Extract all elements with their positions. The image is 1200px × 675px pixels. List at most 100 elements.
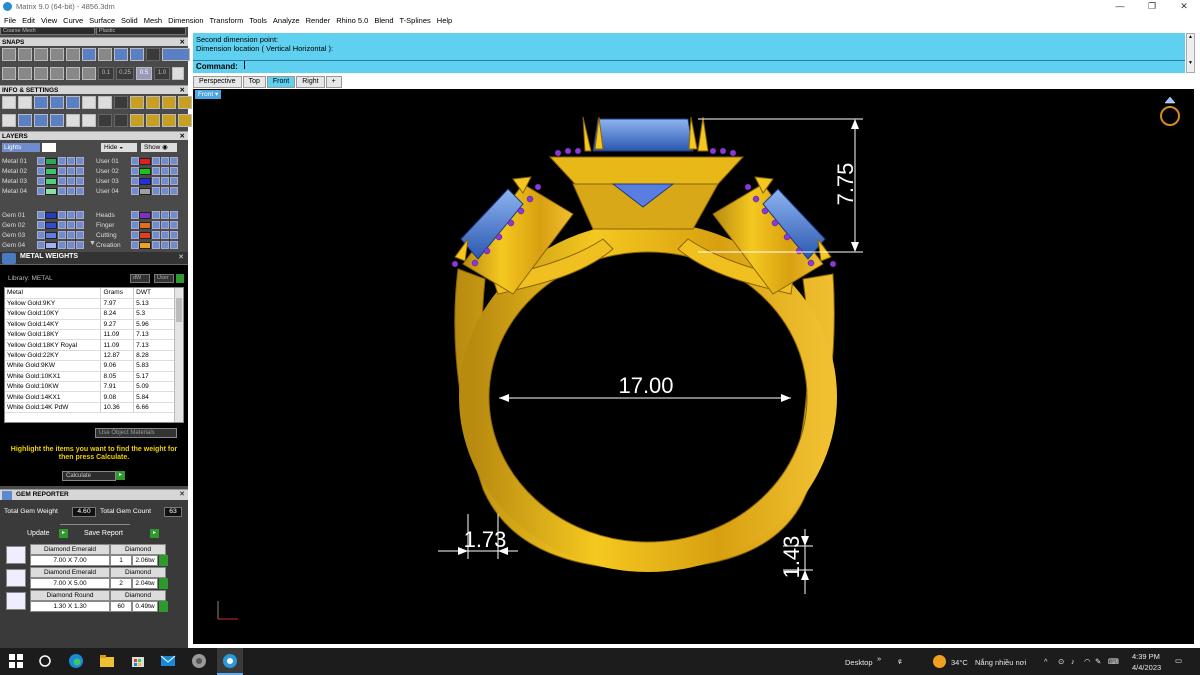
layer-lock-toggle[interactable] [58, 231, 66, 239]
head-tool-icon[interactable] [162, 114, 176, 127]
menu-mesh[interactable]: Mesh [144, 16, 162, 25]
table-row[interactable]: Yellow Gold:9KY 7.97 5.13 [5, 298, 175, 310]
layer-row[interactable]: Metal 01 [2, 156, 84, 166]
lights-swatch[interactable] [42, 143, 56, 152]
layer-row[interactable]: User 01 [96, 156, 178, 166]
viewport-name-label[interactable]: Front ▾ [195, 90, 222, 99]
show-all-button[interactable]: Show ◉ [141, 143, 177, 152]
table-row[interactable]: White Gold:10KX1 8.05 5.17 [5, 371, 175, 383]
gem-row[interactable]: Diamond Emerald 7.00 X 5.00 Diamond 2 2.04tw [4, 567, 186, 589]
table-row[interactable]: Yellow Gold:14KY 9.27 5.96 [5, 319, 175, 331]
weather-description[interactable]: Nắng nhiều nơi [975, 658, 1026, 667]
menu-blend[interactable]: Blend [374, 16, 393, 25]
material-icon[interactable] [34, 96, 48, 109]
tab-add[interactable]: + [325, 76, 342, 88]
location-icon[interactable]: ⊙ [1058, 657, 1064, 666]
layer-select-toggle[interactable] [161, 231, 169, 239]
weather-sun-icon[interactable] [933, 655, 946, 668]
scroll-up-icon[interactable]: ▲ [1187, 34, 1194, 40]
toolbar-expand-icon[interactable]: » [877, 654, 881, 663]
menu-help[interactable]: Help [437, 16, 452, 25]
layer-visible-toggle[interactable] [37, 177, 45, 185]
layer-visible-toggle[interactable] [131, 157, 139, 165]
camera-icon[interactable] [98, 96, 112, 109]
layer-lock-toggle[interactable] [152, 221, 160, 229]
table-row[interactable]: Yellow Gold:18KY Royal 11.09 7.13 [5, 339, 175, 351]
menu-surface[interactable]: Surface [89, 16, 115, 25]
layer-lock-toggle[interactable] [152, 211, 160, 219]
snap-settings-icon[interactable] [172, 67, 184, 80]
snap-perp-icon[interactable] [82, 48, 96, 61]
menu-transform[interactable]: Transform [210, 16, 244, 25]
layer-row[interactable]: Gem 02 [2, 220, 84, 230]
snap-planar-icon[interactable] [162, 48, 190, 61]
snap-value-2[interactable]: 0.5 [136, 67, 152, 80]
menu-dimension[interactable]: Dimension [168, 16, 203, 25]
user-toggle[interactable]: User [154, 274, 174, 283]
layer-select-toggle[interactable] [161, 211, 169, 219]
library-go-button[interactable] [176, 274, 184, 283]
table-row[interactable]: Yellow Gold:22KY 12.87 8.28 [5, 350, 175, 362]
pave-tool-icon[interactable] [146, 114, 160, 127]
layer-lock-toggle[interactable] [152, 177, 160, 185]
layer-select-toggle[interactable] [161, 157, 169, 165]
cube-icon[interactable] [50, 96, 64, 109]
tab-perspective[interactable]: Perspective [193, 76, 242, 88]
line-snap-icon[interactable] [34, 67, 48, 80]
layer-select-toggle[interactable] [67, 231, 75, 239]
use-object-materials-checkbox[interactable]: Use Object Materials [95, 428, 177, 438]
layer-row[interactable]: Gem 03 [2, 230, 84, 240]
menu-analyze[interactable]: Analyze [273, 16, 300, 25]
command-line[interactable]: Command: [193, 60, 1185, 72]
layer-color-swatch[interactable] [45, 231, 57, 239]
store-icon[interactable] [130, 653, 146, 669]
gem-select-icon[interactable] [159, 555, 168, 566]
layer-lock-toggle[interactable] [58, 221, 66, 229]
menu-tsplines[interactable]: T-Splines [400, 16, 431, 25]
layer-select-toggle[interactable] [67, 241, 75, 249]
mesh-combo[interactable]: Coarse Mesh [0, 27, 95, 35]
layer-visible-toggle[interactable] [37, 241, 45, 249]
close-icon[interactable]: ✕ [179, 490, 185, 498]
layer-visible-toggle[interactable] [131, 221, 139, 229]
keyboard-icon[interactable]: ⌨ [1108, 657, 1119, 666]
column-header-metal[interactable]: Metal [5, 288, 102, 299]
snap-center-icon[interactable] [50, 48, 64, 61]
layer-row[interactable]: User 03 [96, 176, 178, 186]
layer-color-swatch[interactable] [139, 167, 151, 175]
table-row[interactable]: White Gold:14K PdW 10.36 6.66 [5, 402, 175, 414]
layer-select-toggle[interactable] [67, 167, 75, 175]
snap-grid-icon[interactable] [2, 48, 16, 61]
lights-toggle[interactable]: Lights [2, 143, 40, 152]
layer-hide-toggle[interactable] [170, 231, 178, 239]
table-row[interactable]: White Gold:14KX1 9.08 5.84 [5, 391, 175, 403]
pen-icon[interactable]: ✎ [1095, 657, 1101, 666]
layer-select-toggle[interactable] [67, 211, 75, 219]
settings-icon[interactable] [2, 96, 16, 109]
layer-lock-toggle[interactable] [58, 157, 66, 165]
snap-int-icon[interactable] [66, 48, 80, 61]
layer-row[interactable]: Metal 02 [2, 166, 84, 176]
desktop-toolbar-label[interactable]: Desktop [845, 658, 873, 667]
menu-tools[interactable]: Tools [249, 16, 267, 25]
snap-value-3[interactable]: 1.0 [154, 67, 170, 80]
layer-select-toggle[interactable] [67, 157, 75, 165]
layer-color-swatch[interactable] [45, 211, 57, 219]
layer-hide-toggle[interactable] [170, 241, 178, 249]
layer-visible-toggle[interactable] [37, 221, 45, 229]
column-header-grams[interactable]: Grams [100, 288, 135, 299]
ring-model[interactable]: 7.75 17.00 1.73 1.43 [193, 89, 1194, 644]
layer-visible-toggle[interactable] [131, 177, 139, 185]
maximize-button[interactable]: ❐ [1136, 0, 1168, 13]
grid-view-icon[interactable] [82, 114, 96, 127]
gem-icon[interactable] [34, 114, 48, 127]
layers-expand-icon[interactable]: ▼ [89, 240, 96, 247]
layer-visible-toggle[interactable] [37, 167, 45, 175]
close-icon[interactable]: ✕ [180, 132, 185, 141]
layer-select-toggle[interactable] [161, 241, 169, 249]
layer-color-swatch[interactable] [45, 221, 57, 229]
tab-front[interactable]: Front [266, 76, 296, 88]
windows-start-icon[interactable] [8, 653, 24, 669]
layer-lock-toggle[interactable] [152, 157, 160, 165]
menu-file[interactable]: File [4, 16, 16, 25]
